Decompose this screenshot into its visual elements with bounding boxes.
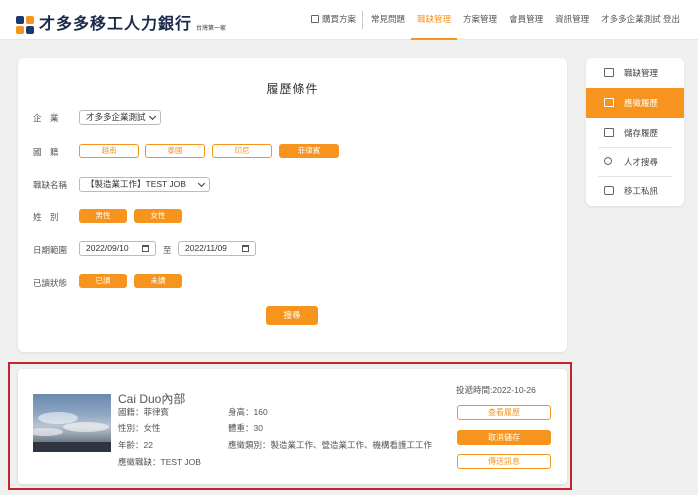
submission-time: 投遞時間:2022-10-26 [456,385,536,395]
sidebar-item-worker-messages[interactable]: 移工私訊 [586,176,684,206]
nationality-thailand[interactable]: 泰國 [145,144,205,158]
calendar-icon [242,245,249,252]
job-name-label: 職缺名稱 [33,180,68,190]
search-button[interactable]: 搜尋 [266,306,318,325]
cancel-save-button[interactable]: 取消儲存 [457,430,551,445]
nationality-label: 國 籍 [33,147,59,157]
applicant-nationality: 國籍：菲律賓 [118,407,170,417]
date-from-input[interactable]: 2022/09/10 [79,241,156,256]
date-range-label: 日期範圍 [33,245,68,255]
resume-filter-panel: 履歷條件 企 業 才多多企業測試 國 籍 越南 泰國 印尼 菲律賓 職缺名稱 【… [18,58,567,352]
logo[interactable]: 才多多移工人力銀行 台灣第一家 [16,10,226,34]
chat-icon [604,186,614,195]
page-title: 履歷條件 [266,82,319,96]
applicant-name: Cai Duo內部 [118,392,186,406]
read-status-label: 已讀狀態 [33,278,68,288]
sidebar-item-talent-search[interactable]: 人才搜尋 [586,147,684,177]
gender-female[interactable]: 女性 [134,209,182,223]
read-status-unread[interactable]: 未讀 [134,274,182,288]
sidebar-item-applications[interactable]: 應徵履歷 [586,88,684,118]
sidebar-item-job-management[interactable]: 職缺管理 [586,58,684,88]
date-to-input[interactable]: 2022/11/09 [178,241,256,256]
gender-label: 姓 別 [33,212,59,222]
gender-male[interactable]: 男性 [79,209,127,223]
applicant-applied-job: 應徵職缺：TEST JOB [118,457,201,467]
logo-title: 才多多移工人力銀行 [39,16,193,33]
nav-faq[interactable]: 常見問題 [365,0,411,40]
chevron-down-icon [148,112,157,121]
applicant-weight: 體重：30 [228,423,263,433]
people-search-icon [604,157,612,165]
applicant-gender: 性別：女性 [118,423,161,433]
applicant-age: 年齡：22 [118,440,153,450]
cart-icon [311,15,319,23]
calendar-icon [142,245,149,252]
logo-mark-icon [16,16,34,34]
nav-buy-plan[interactable]: 購買方案 [305,0,362,40]
view-resume-button[interactable]: 查看履歷 [457,405,551,420]
nav-job-management[interactable]: 職缺管理 [411,0,458,40]
nationality-vietnam[interactable]: 越南 [79,144,139,158]
company-select[interactable]: 才多多企業測試 [79,110,161,125]
nav-account-logout[interactable]: 才多多企業測試 登出 [595,0,686,40]
job-name-select[interactable]: 【製造業工作】TEST JOB [79,177,210,192]
nav-member-management[interactable]: 會員管理 [503,0,549,40]
nav-info-management[interactable]: 資訊管理 [549,0,595,40]
nationality-philippines[interactable]: 菲律賓 [279,144,339,158]
nav-divider [362,11,364,29]
sidebar: 職缺管理 應徵履歷 儲存履歷 人才搜尋 移工私訊 [586,58,684,206]
sidebar-item-saved-resumes[interactable]: 儲存履歷 [586,118,684,148]
applicant-photo [33,394,111,452]
applicant-height: 身高：160 [228,407,268,417]
read-status-read[interactable]: 已讀 [79,274,127,288]
nationality-indonesia[interactable]: 印尼 [212,144,272,158]
send-message-button[interactable]: 傳送訊息 [457,454,551,469]
applicant-card: Cai Duo內部 國籍：菲律賓 性別：女性 年齡：22 應徵職缺：TEST J… [18,369,567,484]
company-label: 企 業 [33,113,59,123]
main-nav: 購買方案 常見問題 職缺管理 方案管理 會員管理 資訊管理 才多多企業測試 登出 [305,0,686,40]
folder-icon [604,128,614,137]
date-to-label: 至 [163,245,172,255]
applicant-job-categories: 應徵類別：製造業工作、營造業工作、機構看護工工作 [228,440,433,450]
nav-plan-management[interactable]: 方案管理 [457,0,503,40]
top-header: 才多多移工人力銀行 台灣第一家 購買方案 常見問題 職缺管理 方案管理 會員管理… [0,0,698,40]
briefcase-icon [604,68,614,77]
logo-subtitle: 台灣第一家 [196,26,227,32]
chevron-down-icon [197,179,206,188]
document-icon [604,98,614,107]
